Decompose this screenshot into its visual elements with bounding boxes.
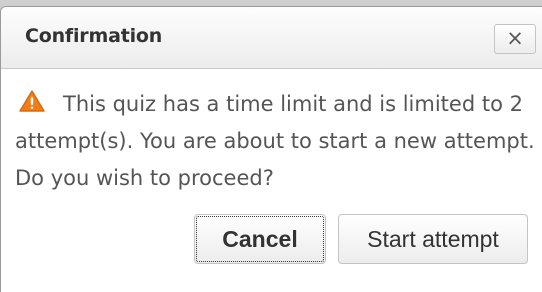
- dialog-message-container: This quiz has a time limit and is limite…: [15, 86, 535, 197]
- cancel-button[interactable]: Cancel: [194, 214, 326, 264]
- dialog-message: This quiz has a time limit and is limite…: [15, 92, 535, 190]
- dialog-titlebar: Confirmation ×: [1, 7, 542, 69]
- dialog-title: Confirmation: [25, 25, 163, 47]
- confirmation-dialog: Confirmation × This quiz has a time limi…: [0, 6, 542, 292]
- page-backdrop: Confirmation × This quiz has a time limi…: [0, 0, 542, 292]
- warning-icon: [19, 87, 45, 112]
- dialog-body: This quiz has a time limit and is limite…: [1, 69, 542, 292]
- close-button[interactable]: ×: [494, 24, 536, 54]
- start-attempt-button[interactable]: Start attempt: [338, 214, 528, 264]
